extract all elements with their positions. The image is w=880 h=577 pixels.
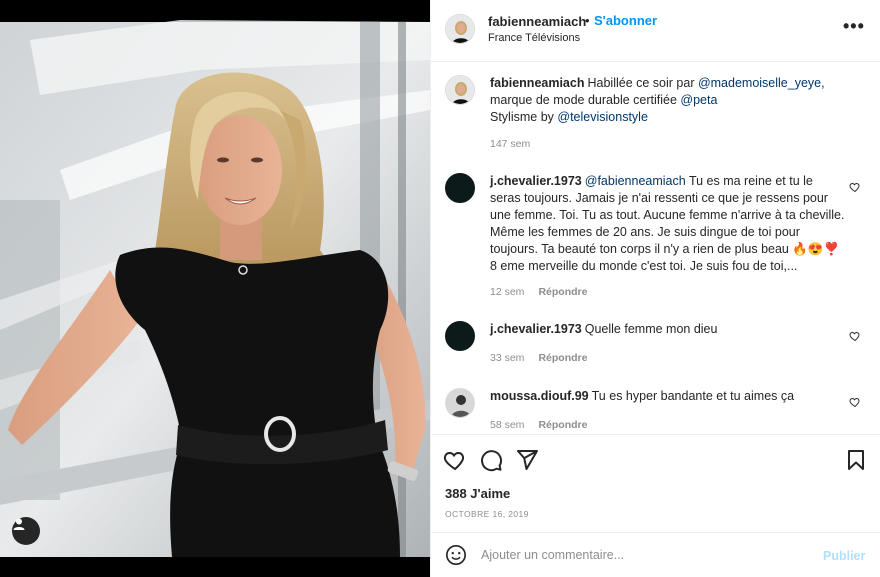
mention-link[interactable]: @fabienneamiach (585, 174, 686, 188)
comment-body: Tu es ma reine et tu le seras toujours. … (490, 174, 845, 273)
commenter-username[interactable]: j.chevalier.1973 (490, 322, 582, 336)
commenter-avatar[interactable] (445, 321, 475, 351)
post-header: fabienneamiach • S'abonner France Télévi… (431, 0, 880, 62)
comment-text: moussa.diouf.99 Tu es hyper bandante et t… (490, 388, 845, 405)
comment-meta: 33 sem Répondre (490, 352, 587, 364)
comments-list[interactable]: fabienneamiach Habillée ce soir par @made… (431, 63, 880, 433)
post-image (0, 0, 430, 577)
author-username[interactable]: fabienneamiach (488, 14, 586, 29)
comment-text: j.chevalier.1973 Quelle femme mon dieu (490, 321, 845, 338)
commenter-username[interactable]: j.chevalier.1973 (490, 174, 582, 188)
comment-meta: 12 sem Répondre (490, 286, 587, 298)
likes-count[interactable]: 388 J'aime (445, 486, 510, 501)
heart-icon[interactable] (849, 330, 861, 342)
author-avatar[interactable] (445, 14, 475, 44)
post-details-panel: fabienneamiach • S'abonner France Télévi… (430, 0, 880, 577)
mention-link[interactable]: @peta (680, 93, 717, 107)
comment-meta: 58 sem Répondre (490, 419, 587, 431)
comment-body: Tu es hyper bandante et tu aimes ça (591, 389, 795, 403)
commenter-avatar[interactable] (445, 173, 475, 203)
share-icon[interactable] (515, 448, 539, 472)
comment-age: 12 sem (490, 286, 525, 298)
add-comment-bar: Publier (431, 532, 880, 577)
mention-link[interactable]: @mademoiselle_yeye (698, 76, 821, 90)
caption-text-part: Habillée ce soir par (587, 76, 698, 90)
comment-age: 58 sem (490, 419, 525, 431)
more-icon[interactable]: ••• (843, 16, 865, 37)
caption-age: 147 sem (490, 138, 531, 150)
reply-button[interactable]: Répondre (538, 352, 587, 364)
mention-link[interactable]: @televisionstyle (557, 110, 648, 124)
caption-text-part: , (821, 76, 825, 90)
reply-button[interactable]: Répondre (538, 286, 587, 298)
comment-text: j.chevalier.1973 @fabienneamiach Tu es ma… (490, 173, 845, 275)
heart-icon[interactable] (849, 181, 861, 193)
follow-button[interactable]: S'abonner (594, 13, 657, 28)
caption-avatar[interactable] (445, 75, 475, 105)
header-separator: • (585, 13, 590, 28)
post-actions: 388 J'aime OCTOBRE 16, 2019 (431, 434, 880, 532)
comment-body: Quelle femme mon dieu (584, 322, 718, 336)
post-photo[interactable] (0, 0, 430, 577)
post-date: OCTOBRE 16, 2019 (445, 509, 529, 519)
save-icon[interactable] (844, 448, 868, 472)
caption-text-part: Stylisme by (490, 110, 558, 124)
caption-text-part: marque de mode durable certifiée (490, 93, 681, 107)
user-tag-button[interactable] (12, 517, 40, 545)
heart-icon[interactable] (849, 396, 861, 408)
commenter-avatar[interactable] (445, 388, 475, 418)
user-tag-icon (13, 518, 25, 530)
heart-icon[interactable] (443, 448, 467, 472)
comment-input[interactable] (481, 543, 811, 567)
caption-username[interactable]: fabienneamiach (490, 76, 584, 90)
commenter-username[interactable]: moussa.diouf.99 (490, 389, 589, 403)
emoji-icon[interactable] (445, 544, 467, 566)
comment-age: 33 sem (490, 352, 525, 364)
caption-text: fabienneamiach Habillée ce soir par @made… (490, 75, 845, 126)
reply-button[interactable]: Répondre (538, 419, 587, 431)
comment-icon[interactable] (479, 448, 503, 472)
post-comment-button[interactable]: Publier (823, 549, 865, 563)
author-subtitle: France Télévisions (488, 32, 581, 44)
